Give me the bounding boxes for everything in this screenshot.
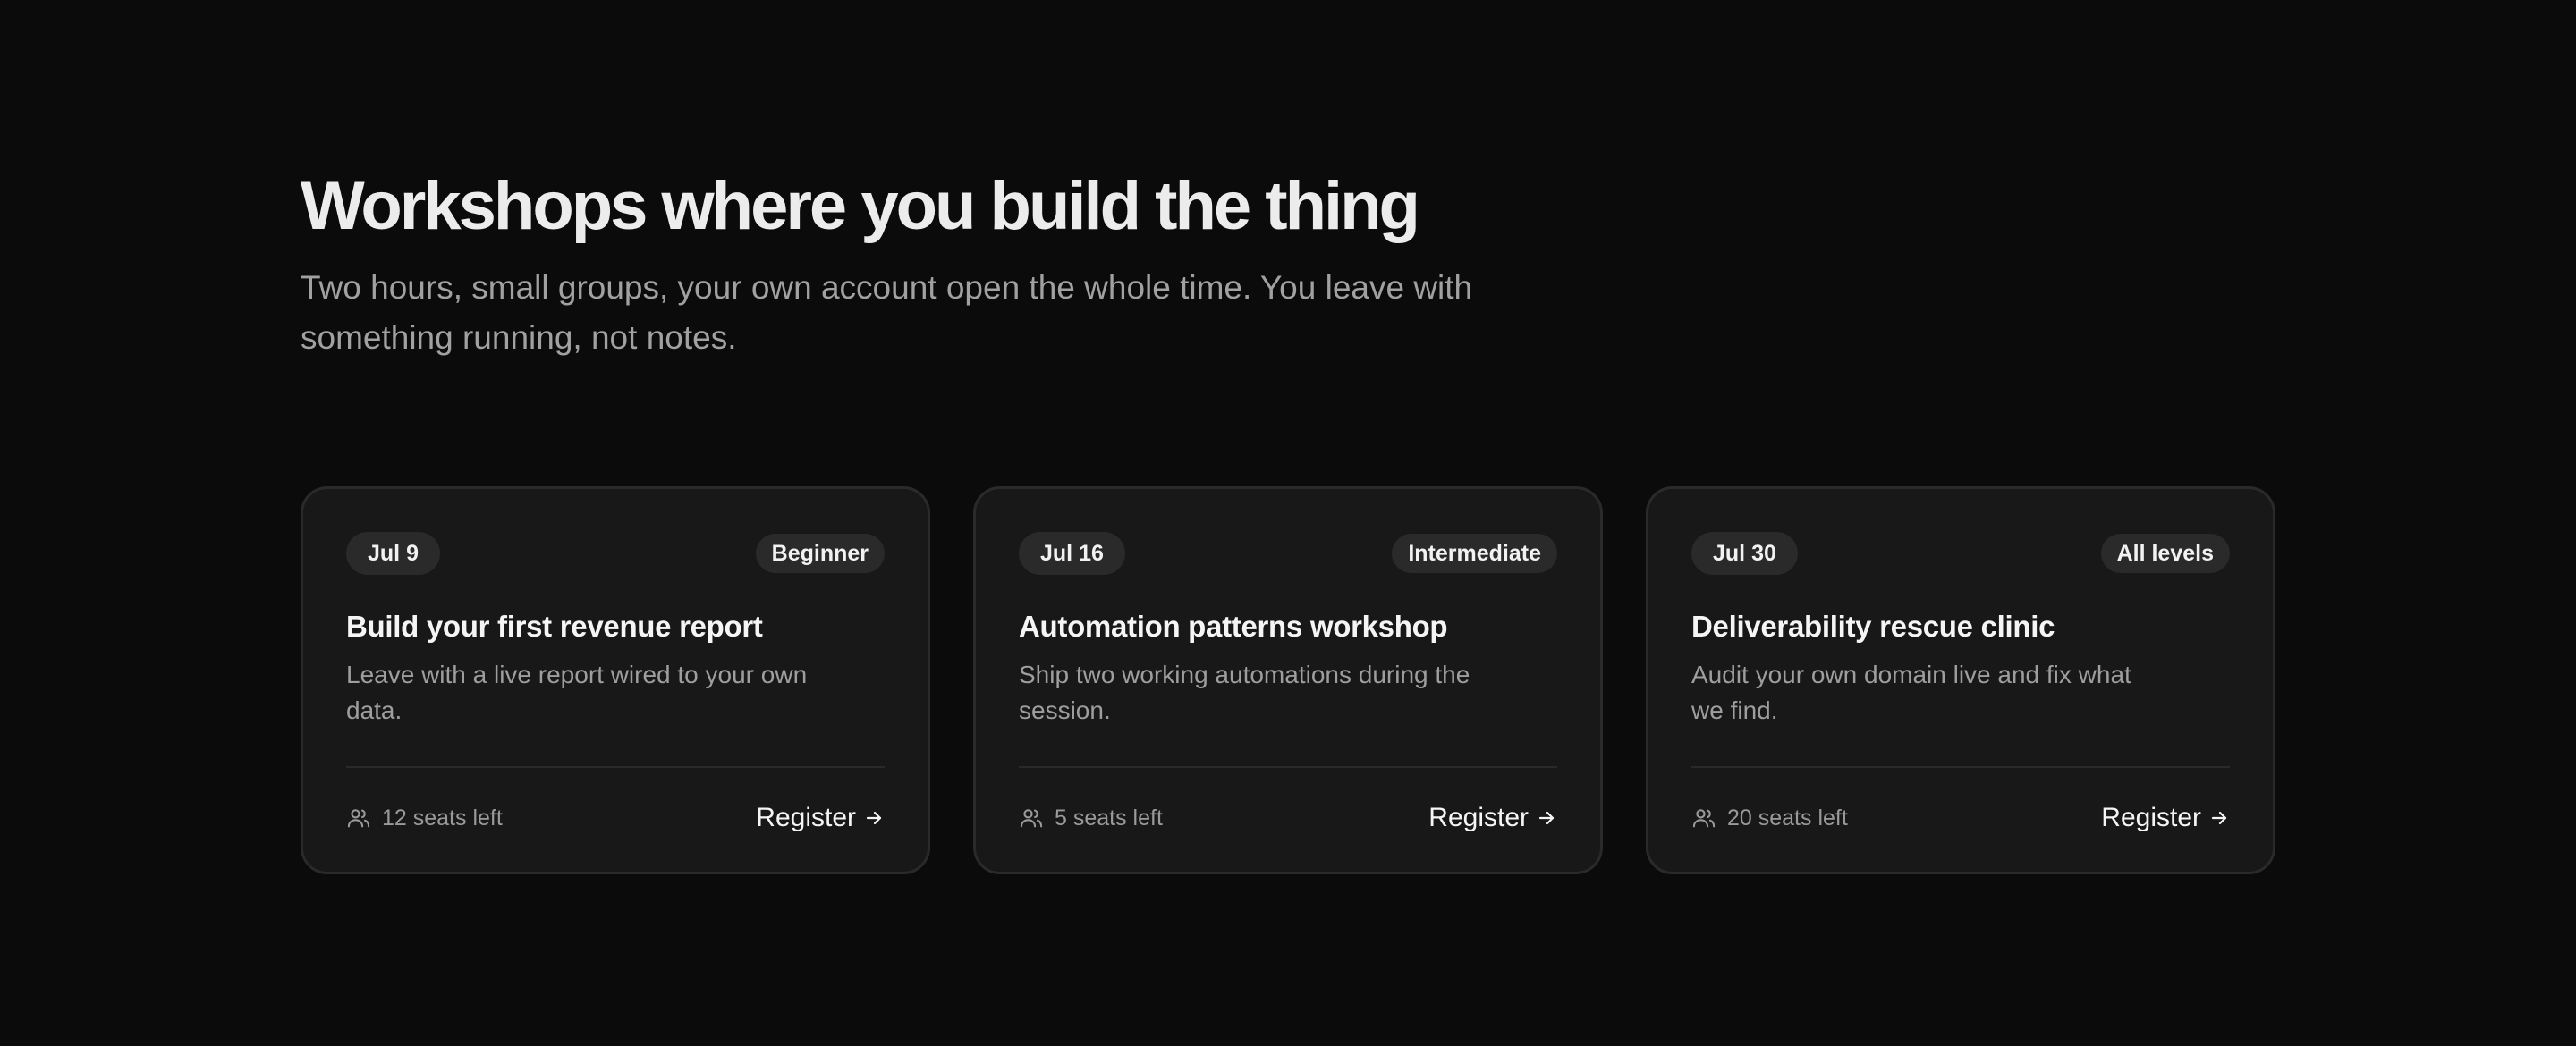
seats-left-text: 12 seats left [382, 805, 503, 831]
workshop-description: Leave with a live report wired to your o… [346, 661, 808, 724]
register-link[interactable]: Register [2101, 803, 2230, 833]
section-title: Workshops where you build the thing [301, 168, 1420, 244]
date-badge: Jul 16 [1019, 532, 1125, 575]
workshop-description: Ship two working automations during the … [1019, 661, 1470, 724]
users-icon [1692, 809, 1716, 828]
card-divider [1019, 766, 1557, 768]
users-icon [347, 809, 370, 828]
seats-info: 5 seats left [1019, 806, 1163, 831]
workshop-title: Build your first revenue report [346, 610, 763, 643]
workshop-description: Audit your own domain live and fix what … [1691, 661, 2131, 724]
seats-info: 20 seats left [1691, 806, 1848, 831]
workshop-cards: Jul 9 Beginner Build your first revenue … [301, 486, 2275, 874]
seats-info: 12 seats left [346, 806, 503, 831]
users-icon [1020, 809, 1043, 828]
level-badge: All levels [2100, 534, 2230, 573]
date-badge: Jul 9 [346, 532, 440, 575]
card-footer: 20 seats left Register [1691, 797, 2230, 839]
card-header: Jul 9 Beginner [346, 532, 885, 575]
arrow-right-icon [1538, 811, 1555, 825]
level-badge: Beginner [755, 534, 885, 573]
date-badge: Jul 30 [1691, 532, 1798, 575]
workshop-card: Jul 16 Intermediate Automation patterns … [973, 486, 1603, 874]
workshop-title: Automation patterns workshop [1019, 610, 1448, 643]
register-link[interactable]: Register [756, 803, 885, 833]
workshops-section: Workshops where you build the thing Two … [301, 166, 2275, 874]
level-badge: Intermediate [1392, 534, 1557, 573]
workshop-title: Deliverability rescue clinic [1691, 610, 2055, 643]
card-header: Jul 16 Intermediate [1019, 532, 1557, 575]
seats-left-text: 5 seats left [1055, 805, 1163, 831]
register-label: Register [1428, 803, 1529, 832]
register-link[interactable]: Register [1428, 803, 1557, 833]
card-footer: 5 seats left Register [1019, 797, 1557, 839]
workshop-card: Jul 30 All levels Deliverability rescue … [1646, 486, 2275, 874]
section-subtitle: Two hours, small groups, your own accoun… [301, 269, 1473, 356]
arrow-right-icon [866, 811, 882, 825]
card-divider [346, 766, 885, 768]
card-divider [1691, 766, 2230, 768]
seats-left-text: 20 seats left [1727, 805, 1848, 831]
register-label: Register [756, 803, 856, 832]
arrow-right-icon [2211, 811, 2227, 825]
card-header: Jul 30 All levels [1691, 532, 2230, 575]
card-footer: 12 seats left Register [346, 797, 885, 839]
register-label: Register [2101, 803, 2201, 832]
workshop-card: Jul 9 Beginner Build your first revenue … [301, 486, 930, 874]
